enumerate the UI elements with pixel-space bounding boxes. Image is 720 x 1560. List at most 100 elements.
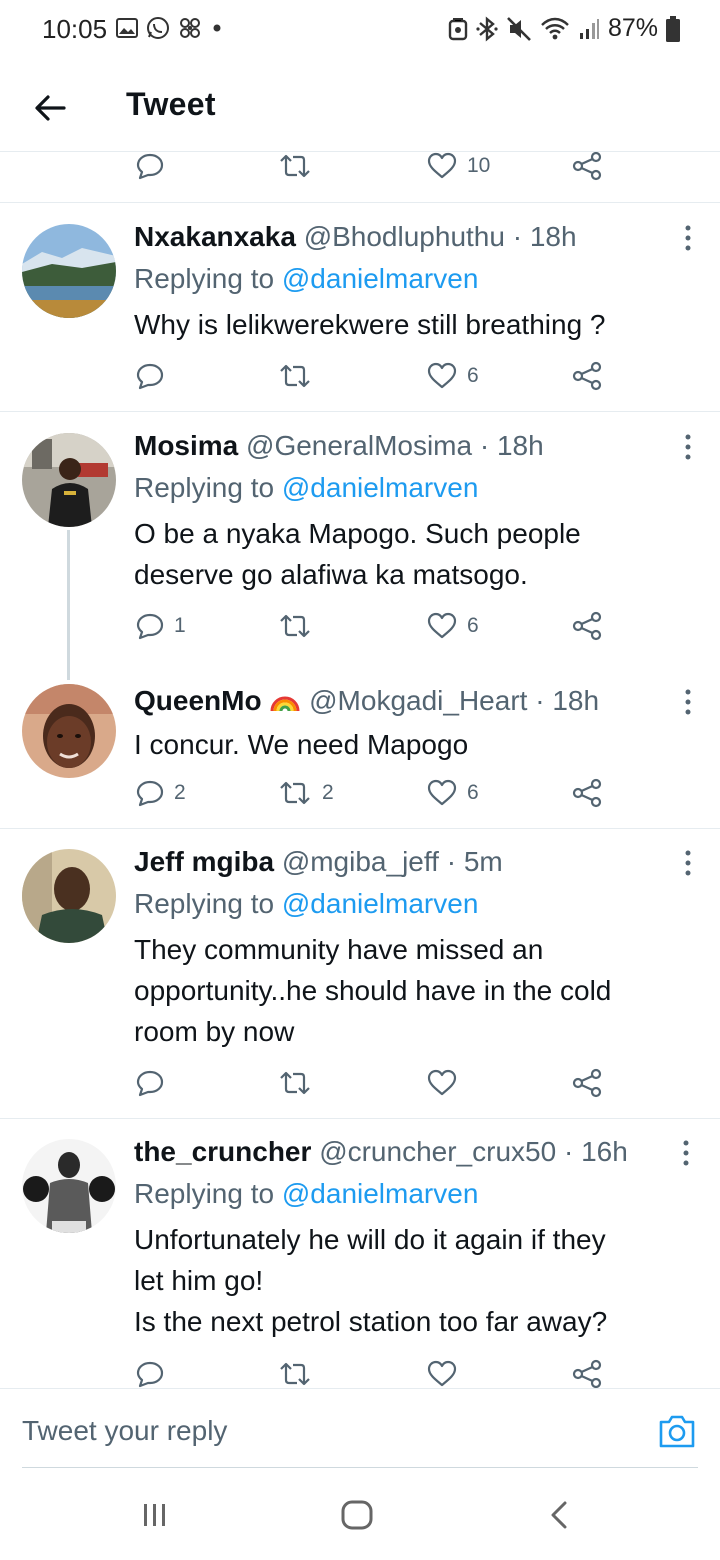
tweet-header: the_cruncher @cruncher_crux50 · 16h: [134, 1135, 628, 1169]
display-name[interactable]: QueenMo: [134, 685, 262, 716]
user-handle[interactable]: @mgiba_jeff: [282, 846, 439, 877]
display-name[interactable]: Jeff mgiba: [134, 846, 274, 877]
tweet-time: 18h: [529, 221, 577, 252]
mention-link[interactable]: @danielmarven: [282, 1178, 479, 1209]
tweet-text: Unfortunately he will do it again if the…: [134, 1224, 608, 1337]
reply-input[interactable]: Tweet your reply: [22, 1415, 227, 1447]
share-button[interactable]: [572, 152, 602, 186]
replying-to-label: Replying to: [134, 1178, 275, 1209]
mention-link[interactable]: @danielmarven: [282, 472, 479, 503]
battery-icon: [666, 15, 680, 42]
user-handle[interactable]: @cruncher_crux50: [319, 1136, 556, 1167]
like-count: 10: [467, 154, 491, 177]
reply-button[interactable]: 2: [136, 773, 186, 813]
avatar[interactable]: [22, 433, 116, 527]
avatar[interactable]: [22, 849, 116, 943]
camera-button[interactable]: [658, 1413, 696, 1449]
retweet-icon: [280, 781, 310, 805]
replying-to: Replying to @danielmarven: [134, 1177, 478, 1211]
reply-button[interactable]: [136, 1063, 164, 1103]
page-title: Tweet: [126, 86, 216, 122]
top-action-row: 10: [0, 152, 720, 186]
retweet-button[interactable]: [278, 1354, 312, 1388]
separator-dot: ·: [535, 685, 545, 716]
more-options-icon[interactable]: [684, 849, 692, 877]
user-handle[interactable]: @Mokgadi_Heart: [309, 685, 527, 716]
tweet-time: 5m: [463, 846, 503, 877]
share-icon: [572, 361, 602, 391]
share-button[interactable]: [572, 606, 602, 646]
retweet-button[interactable]: 2: [278, 773, 334, 813]
composer-underline: [22, 1467, 698, 1468]
tweet-action-row: 6: [0, 356, 720, 396]
more-options-icon[interactable]: [684, 433, 692, 461]
user-handle[interactable]: @Bhodluphuthu: [304, 221, 505, 252]
separator-dot: ·: [446, 846, 457, 877]
back-button[interactable]: [30, 88, 70, 128]
retweet-count: 2: [322, 781, 334, 804]
mention-link[interactable]: @danielmarven: [282, 263, 479, 294]
more-options-icon[interactable]: [682, 1139, 690, 1167]
retweet-button[interactable]: [278, 606, 312, 646]
retweet-button[interactable]: [278, 1063, 312, 1103]
avatar[interactable]: [22, 1139, 116, 1233]
back-nav-button[interactable]: [546, 1500, 572, 1535]
reply-feed[interactable]: 10 Nxakanxaka @Bhodluphuthu · 18h Replyi…: [0, 152, 720, 1388]
nfc-icon: [448, 17, 468, 40]
share-icon: [572, 1068, 602, 1098]
reply-button[interactable]: [136, 1354, 164, 1388]
retweet-icon: [280, 1362, 310, 1386]
recents-icon: [144, 1504, 165, 1526]
like-button[interactable]: [427, 1354, 457, 1388]
reply-button[interactable]: [136, 152, 164, 186]
replying-to: Replying to @danielmarven: [134, 887, 478, 921]
tweet-action-row: [0, 1354, 720, 1388]
like-button[interactable]: 10: [427, 152, 490, 186]
reply-icon: [136, 613, 164, 640]
header: Tweet: [0, 60, 720, 152]
divider: [0, 1118, 720, 1119]
reply-button[interactable]: 1: [136, 606, 186, 646]
share-button[interactable]: [572, 356, 602, 396]
home-icon: [341, 1500, 373, 1530]
signal-icon: [579, 18, 599, 39]
more-options-icon[interactable]: [684, 688, 692, 716]
display-name[interactable]: Mosima: [134, 430, 238, 461]
heart-icon: [427, 1069, 457, 1096]
tweet-item[interactable]: the_cruncher @cruncher_crux50 · 16h Repl…: [0, 1135, 720, 1388]
divider: [0, 202, 720, 203]
reply-button[interactable]: [136, 356, 164, 396]
recents-button[interactable]: [140, 1500, 170, 1535]
like-button[interactable]: 6: [427, 773, 479, 813]
like-count: 6: [467, 364, 479, 387]
mention-link[interactable]: @danielmarven: [282, 888, 479, 919]
like-button[interactable]: 6: [427, 606, 479, 646]
user-handle[interactable]: @GeneralMosima: [246, 430, 472, 461]
display-name[interactable]: the_cruncher: [134, 1136, 311, 1167]
retweet-button[interactable]: [278, 356, 312, 396]
more-options-icon[interactable]: [684, 224, 692, 252]
display-name[interactable]: Nxakanxaka: [134, 221, 296, 252]
home-button[interactable]: [340, 1500, 374, 1535]
like-button[interactable]: 6: [427, 356, 479, 396]
avatar[interactable]: [22, 224, 116, 318]
share-button[interactable]: [572, 773, 602, 813]
retweet-icon: [280, 154, 310, 178]
arrow-left-icon: [35, 95, 66, 121]
replying-to: Replying to @danielmarven: [134, 262, 478, 296]
wifi-icon: [541, 17, 569, 39]
like-button[interactable]: [427, 1063, 457, 1103]
like-count: 6: [467, 614, 479, 637]
tweet-text: I concur. We need Mapogo: [134, 729, 469, 760]
status-right-icons: 87%: [448, 14, 680, 43]
reply-icon: [136, 780, 164, 807]
tweet-header: Mosima @GeneralMosima · 18h: [134, 429, 544, 463]
share-icon: [572, 1359, 602, 1388]
share-button[interactable]: [572, 1063, 602, 1103]
system-nav-bar: [0, 1470, 720, 1560]
rainbow-icon: [270, 696, 300, 712]
avatar[interactable]: [22, 684, 116, 778]
separator-dot: ·: [563, 1136, 574, 1167]
share-button[interactable]: [572, 1354, 602, 1388]
retweet-button[interactable]: [278, 152, 312, 186]
